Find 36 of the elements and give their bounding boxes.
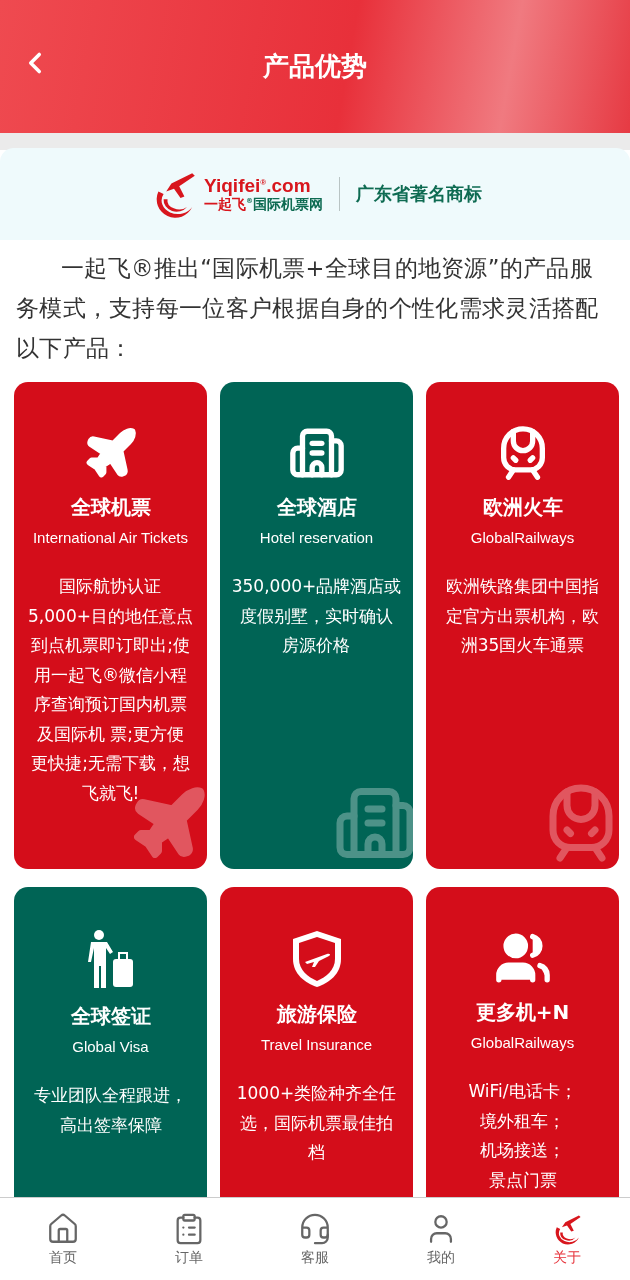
product-card[interactable]: 全球机票 International Air Tickets 国际航协认证 5,000+目的地任意点 到点机票即订即出;使 用一起飞®微信小程 序查询预订国内机票 及国际机 票;更方便 更快捷;无需下载，想 飞就飞! — [14, 382, 207, 869]
product-title: 全球酒店 — [276, 494, 357, 521]
home-icon — [46, 1211, 80, 1246]
logo-tagline: 一起飞$^{®}$国际机票网 — [204, 196, 323, 213]
product-title: 旅游保险 — [276, 1001, 357, 1028]
product-card[interactable]: 全球签证 Global Visa 专业团队全程跟进， 高出签率保障 — [14, 887, 207, 1197]
product-title: 全球签证 — [70, 1003, 151, 1030]
product-title: 更多机+N — [475, 999, 570, 1026]
product-subtitle: Travel Insurance — [260, 1036, 373, 1053]
product-title: 全球机票 — [70, 494, 151, 521]
product-card[interactable]: 更多机+N GlobalRailways WiFi/电话卡； 境外租车； 机场接送； 景点门票 — [426, 887, 619, 1197]
product-card[interactable]: 欧洲火车 GlobalRailways 欧洲铁路集团中国指 定官方出票机构，欧 洲35国火车通票 — [426, 382, 619, 869]
product-description: 350,000+品牌酒店或 度假别墅，实时确认 房源价格 — [231, 575, 402, 657]
product-card[interactable]: 旅游保险 Travel Insurance 1000+类险种齐全任 选，国际机票最佳拍 档 — [220, 887, 413, 1197]
tab-item[interactable]: 客服 — [252, 1198, 378, 1280]
product-description: 国际航协认证 5,000+目的地任意点 到点机票即订即出;使 用一起飞®微信小程 序查询预订国内机票 及国际机 票;更方便 更快捷;无需下载，想 飞就飞! — [28, 575, 193, 805]
tab-item[interactable]: 首页 — [0, 1198, 126, 1280]
tab-item[interactable]: 订单 — [126, 1198, 252, 1280]
product-description: WiFi/电话卡； 境外租车； 机场接送； 景点门票 — [468, 1080, 577, 1192]
trademark-text: 广东省著名商标 — [356, 182, 482, 206]
product-subtitle: Hotel reservation — [259, 529, 374, 546]
product-subtitle: GlobalRailways — [470, 529, 575, 546]
page-title: 产品优势 — [263, 50, 367, 83]
product-card[interactable]: 全球酒店 Hotel reservation 350,000+品牌酒店或 度假别墅，实时确认 房源价格 — [220, 382, 413, 869]
intro-paragraph: 一起飞®推出“国际机票+全球目的地资源”的产品服务模式，支持每一位客户根据自身的个性化需求灵活搭配以下产品： — [16, 254, 600, 363]
tab-item[interactable]: 我的 — [378, 1198, 504, 1280]
product-description: 欧洲铁路集团中国指 定官方出票机构，欧 洲35国火车通票 — [446, 575, 599, 657]
product-subtitle: International Air Tickets — [32, 529, 189, 546]
product-description: 1000+类险种齐全任 选，国际机票最佳拍 档 — [236, 1082, 397, 1164]
headset-icon — [298, 1211, 332, 1246]
product-title: 欧洲火车 — [482, 494, 563, 521]
product-description: 专业团队全程跟进， 高出签率保障 — [34, 1084, 187, 1137]
tab-item[interactable]: 关于 — [504, 1198, 630, 1280]
logo-wordmark: Yiqifei$^{®}$.com — [204, 175, 312, 197]
product-subtitle: Global Visa — [72, 1038, 149, 1055]
product-subtitle: GlobalRailways — [470, 1034, 575, 1051]
